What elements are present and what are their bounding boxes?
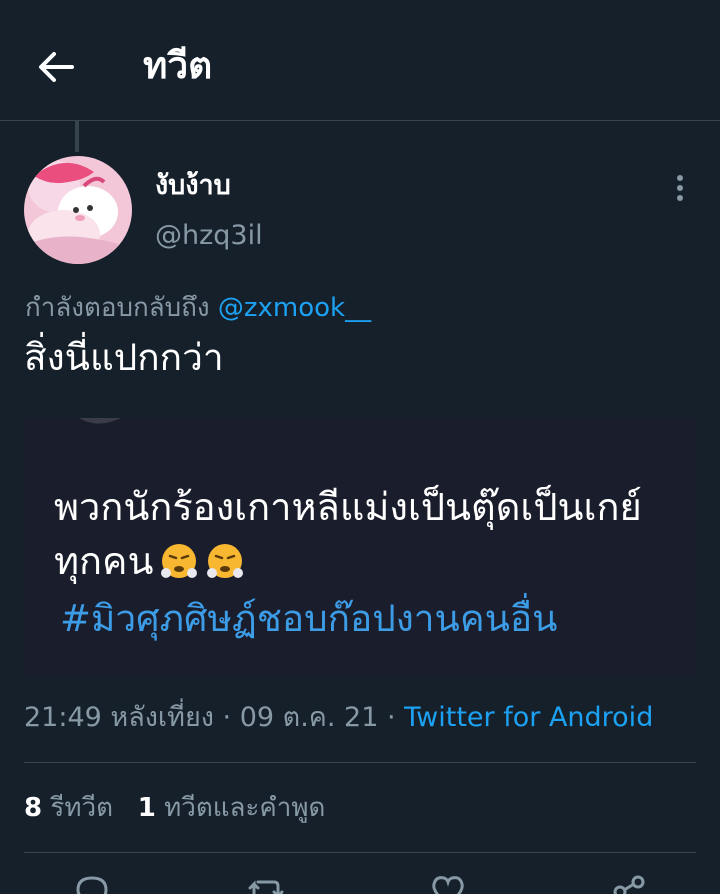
back-button[interactable]: [30, 44, 82, 90]
retweets-label: รีทวีต: [50, 793, 113, 823]
replying-to-line: กำลังตอบกลับถึง @zxmook__: [25, 290, 371, 326]
meta-separator: ·: [386, 702, 396, 733]
quote-tweets-stat[interactable]: 1 ทวีตและคำพูด: [138, 793, 326, 823]
media-hashtag: #มิวศุภศิษฏ์ชอบก๊อปงานคนอื่น: [60, 597, 558, 640]
more-options-button[interactable]: [662, 170, 698, 206]
tweet-date: 09 ต.ค. 21: [239, 702, 379, 733]
reply-button[interactable]: [70, 870, 114, 894]
tweet-timestamp-line: 21:49 หลังเที่ยง · 09 ต.ค. 21 · Twitter …: [24, 700, 653, 736]
tweet-action-bar: [0, 870, 720, 894]
media-text-line-2-text: ทุกคน: [54, 539, 154, 583]
face-with-steam-from-nose-icon: [161, 544, 198, 578]
like-button[interactable]: [426, 870, 470, 894]
retweets-count: 8: [24, 793, 43, 823]
face-with-steam-from-nose-icon: [207, 544, 244, 578]
top-bar: ทวีต: [0, 0, 720, 121]
tweet-source-link[interactable]: Twitter for Android: [404, 702, 653, 733]
tweet-media-image[interactable]: พวกนักร้องเกาหลีแม่งเป็นตุ๊ดเป็นเกย์ ทุก…: [24, 418, 696, 676]
avatar-image: [24, 156, 132, 264]
reply-icon: [76, 876, 108, 894]
like-icon: [432, 876, 464, 894]
media-text-line-2: ทุกคน: [54, 536, 245, 586]
cropped-image-fragment: [78, 418, 122, 424]
share-icon: [613, 875, 645, 894]
share-button[interactable]: [608, 870, 652, 894]
divider: [24, 852, 696, 853]
divider: [24, 762, 696, 763]
media-text-line-1: พวกนักร้องเกาหลีแม่งเป็นตุ๊ดเป็นเกย์: [54, 485, 642, 529]
back-arrow-icon: [39, 52, 74, 82]
retweets-stat[interactable]: 8 รีทวีต: [24, 793, 121, 823]
tweet-detail-screen: ทวีต งับง้าบ @hzq3il กำลังตอบกลับถึง @zx…: [0, 0, 720, 894]
page-title: ทวีต: [143, 44, 213, 87]
meta-separator: ·: [222, 702, 232, 733]
user-handle[interactable]: @hzq3il: [155, 218, 263, 254]
vertical-dots-icon: [677, 175, 683, 201]
retweet-icon: [248, 880, 284, 894]
display-name[interactable]: งับง้าบ: [155, 168, 231, 204]
tweet-text: สิ่งนี่แปกกว่า: [24, 336, 224, 379]
retweet-button[interactable]: [244, 870, 288, 894]
tweet-time: 21:49 หลังเที่ยง: [24, 702, 214, 733]
reply-mention-link[interactable]: @zxmook__: [218, 293, 371, 323]
avatar[interactable]: [24, 156, 132, 264]
replying-to-label: กำลังตอบกลับถึง: [25, 293, 210, 323]
quote-tweets-label: ทวีตและคำพูด: [164, 793, 326, 823]
thread-connector-line: [75, 120, 79, 152]
quote-tweets-count: 1: [137, 793, 156, 823]
tweet-stats: 8 รีทวีต 1 ทวีตและคำพูด: [24, 790, 325, 826]
